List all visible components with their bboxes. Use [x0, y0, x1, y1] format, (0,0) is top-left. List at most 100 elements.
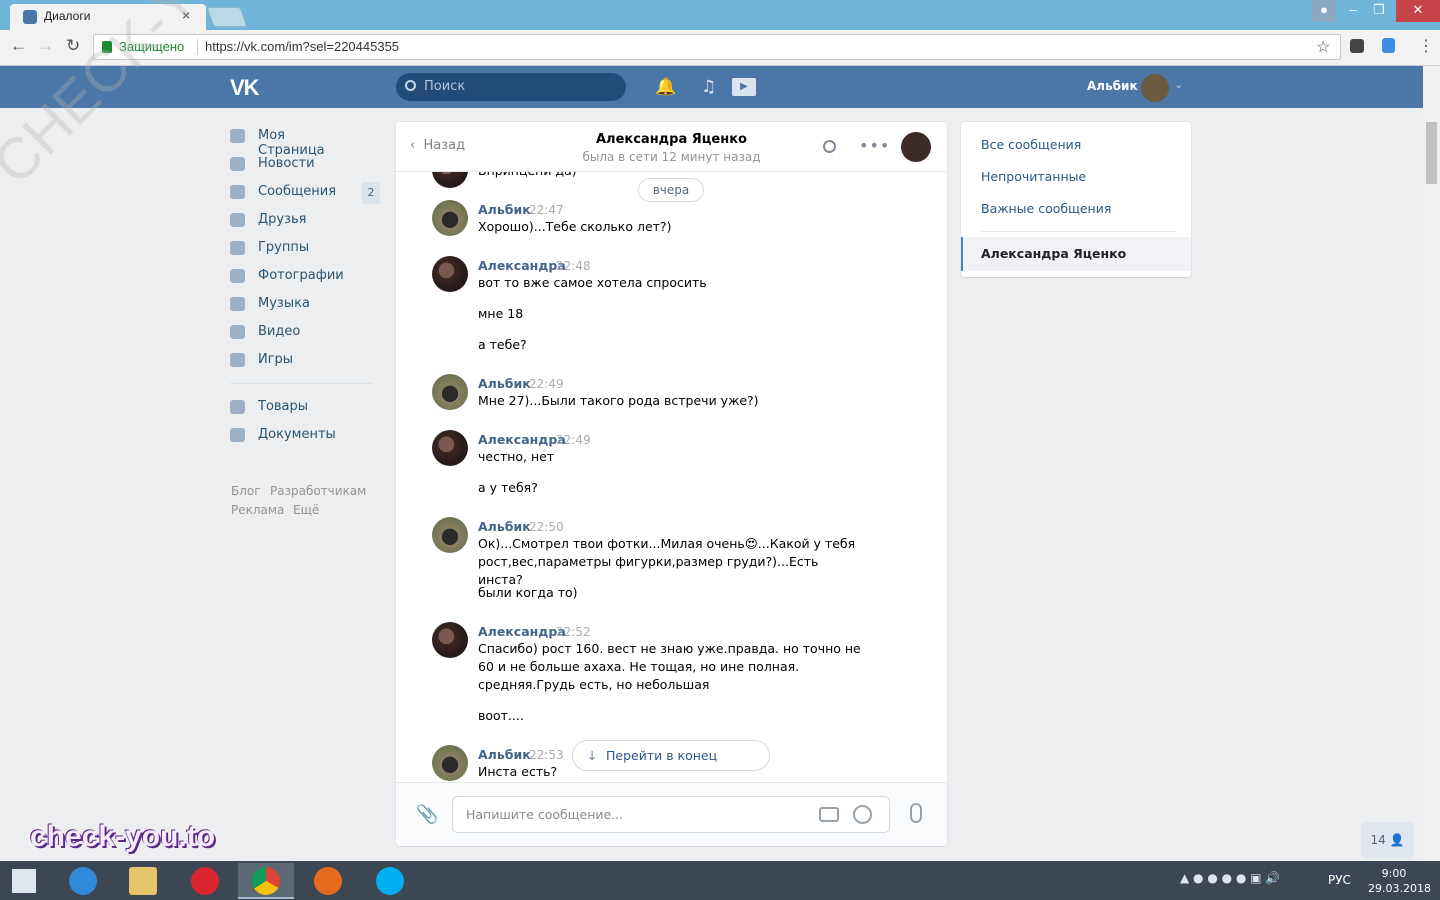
- news-icon: [230, 157, 245, 171]
- online-friends-button[interactable]: 14 👤: [1361, 822, 1414, 858]
- message-input[interactable]: Напишите сообщение...: [452, 796, 890, 833]
- message-author[interactable]: Альбик: [478, 519, 531, 534]
- minimize-button[interactable]: –: [1340, 0, 1366, 22]
- panel-divider: [981, 231, 1176, 232]
- taskbar-firefox[interactable]: [300, 863, 356, 899]
- windows-taskbar: ▲ ● ● ● ● ▣ 🔊 РУС 9:00 29.03.2018: [0, 861, 1440, 900]
- avatar[interactable]: [432, 517, 468, 553]
- extension-icon[interactable]: [1350, 39, 1364, 53]
- footer-link-blog[interactable]: Блог: [231, 484, 261, 498]
- start-button[interactable]: [0, 863, 56, 899]
- browser-menu-icon[interactable]: ⋮: [1418, 36, 1434, 56]
- user-profile-icon[interactable]: ●: [1312, 0, 1336, 22]
- chat-search-icon[interactable]: [823, 140, 836, 153]
- chrome-icon: [252, 867, 280, 895]
- clock-time: 9:00: [1381, 867, 1407, 880]
- taskbar-skype[interactable]: [362, 863, 418, 899]
- avatar[interactable]: [432, 200, 468, 236]
- chat-panel: ‹ Назад Александра Яценко была в сети 12…: [396, 122, 947, 846]
- peer-avatar[interactable]: [901, 132, 931, 162]
- filter-important[interactable]: Важные сообщения: [981, 201, 1111, 216]
- page-scrollbar[interactable]: [1423, 66, 1440, 861]
- music-note-icon[interactable]: ♫: [701, 77, 716, 97]
- message-time[interactable]: 22:48: [556, 259, 591, 273]
- message-time[interactable]: 22:52: [556, 625, 591, 639]
- play-icon[interactable]: ▶: [732, 78, 756, 96]
- emoji-icon[interactable]: [853, 805, 872, 824]
- header-user-name[interactable]: Альбик: [1087, 79, 1138, 93]
- footer-link-developers[interactable]: Разработчикам: [270, 484, 366, 498]
- arrow-down-icon: ↓: [587, 748, 598, 763]
- photos-icon: [230, 269, 245, 283]
- message-text: честно, нет: [478, 449, 555, 464]
- message-input-placeholder: Напишите сообщение...: [466, 807, 624, 822]
- sidebar-item-label: Игры: [258, 352, 294, 367]
- filter-unread[interactable]: Непрочитанные: [981, 169, 1086, 184]
- attach-paperclip-icon[interactable]: 📎: [416, 804, 438, 825]
- scrollbar-thumb[interactable]: [1426, 122, 1437, 184]
- message-author[interactable]: Александра: [478, 624, 566, 639]
- message-author[interactable]: Альбик: [478, 202, 531, 217]
- video-icon: [230, 325, 245, 339]
- search-input[interactable]: Поиск: [396, 73, 626, 101]
- messages-count-badge[interactable]: 2: [362, 182, 380, 204]
- skype-icon: [376, 867, 404, 895]
- message-time[interactable]: 22:50: [529, 520, 564, 534]
- avatar[interactable]: [432, 430, 468, 466]
- forward-arrow-icon[interactable]: →: [37, 36, 54, 56]
- sidebar-item-label: Музыка: [258, 296, 310, 311]
- close-window-button[interactable]: ✕: [1396, 0, 1440, 22]
- message-author[interactable]: Александра: [478, 432, 566, 447]
- windows-icon: [12, 869, 36, 893]
- music-icon: [230, 297, 245, 311]
- taskbar-ie[interactable]: [55, 863, 111, 899]
- sidebar-item-label: Товары: [258, 399, 309, 414]
- chat-header: ‹ Назад Александра Яценко была в сети 12…: [396, 122, 947, 172]
- url-field[interactable]: Защищено https://vk.com/im?sel=220445355…: [93, 34, 1341, 60]
- active-dialog-item[interactable]: Александра Яценко: [961, 237, 1191, 271]
- message-author[interactable]: Альбик: [478, 376, 531, 391]
- message-time[interactable]: 22:49: [529, 377, 564, 391]
- back-arrow-icon[interactable]: ←: [10, 36, 27, 56]
- taskbar-opera[interactable]: [177, 863, 233, 899]
- vk-logo[interactable]: VK: [230, 75, 260, 101]
- message-author[interactable]: Александра: [478, 258, 566, 273]
- language-indicator[interactable]: РУС: [1328, 873, 1351, 887]
- message-time[interactable]: 22:47: [529, 203, 564, 217]
- header-avatar[interactable]: [1141, 74, 1169, 102]
- message-author[interactable]: Альбик: [478, 747, 531, 762]
- bookmark-star-icon[interactable]: ☆: [1316, 37, 1330, 57]
- avatar[interactable]: [432, 374, 468, 410]
- taskbar-chrome[interactable]: [238, 863, 294, 899]
- taskbar-clock[interactable]: 9:00 29.03.2018: [1368, 866, 1431, 896]
- footer-link-more[interactable]: Ещё: [293, 503, 319, 517]
- sidebar-item-label: Новости: [258, 156, 315, 171]
- avatar[interactable]: [432, 256, 468, 292]
- avatar[interactable]: [432, 622, 468, 658]
- vk-favicon-icon: [23, 10, 37, 24]
- restore-button[interactable]: ❐: [1366, 0, 1392, 22]
- avatar[interactable]: [432, 745, 468, 781]
- firefox-icon: [314, 867, 342, 895]
- footer-link-ads[interactable]: Реклама: [231, 503, 284, 517]
- message-text: а тебе?: [478, 337, 527, 352]
- message-time[interactable]: 22:53: [529, 748, 564, 762]
- message-time[interactable]: 22:49: [556, 433, 591, 447]
- system-tray-icons[interactable]: ▲ ● ● ● ● ▣ 🔊: [1180, 871, 1280, 885]
- bell-icon[interactable]: 🔔: [655, 77, 676, 97]
- clock-date: 29.03.2018: [1368, 882, 1431, 895]
- filter-all-messages[interactable]: Все сообщения: [981, 137, 1081, 152]
- documents-icon: [230, 428, 245, 442]
- sidebar-item-label: Видео: [258, 324, 301, 339]
- games-icon: [230, 353, 245, 367]
- chevron-down-icon[interactable]: ⌄: [1174, 78, 1183, 91]
- taskbar-explorer[interactable]: [115, 863, 171, 899]
- microphone-icon[interactable]: [910, 803, 922, 823]
- watermark-brand: check-you.to: [30, 820, 216, 853]
- jump-to-end-button[interactable]: ↓ Перейти в конец истории: [572, 740, 770, 792]
- more-icon[interactable]: •••: [859, 136, 890, 155]
- shield-extension-icon[interactable]: [1382, 38, 1395, 53]
- message-text: Спасибо) рост 160. вест не знаю уже.прав…: [478, 641, 861, 692]
- sidebar-item-label: Моя Страница: [258, 128, 325, 158]
- camera-icon[interactable]: [819, 807, 839, 822]
